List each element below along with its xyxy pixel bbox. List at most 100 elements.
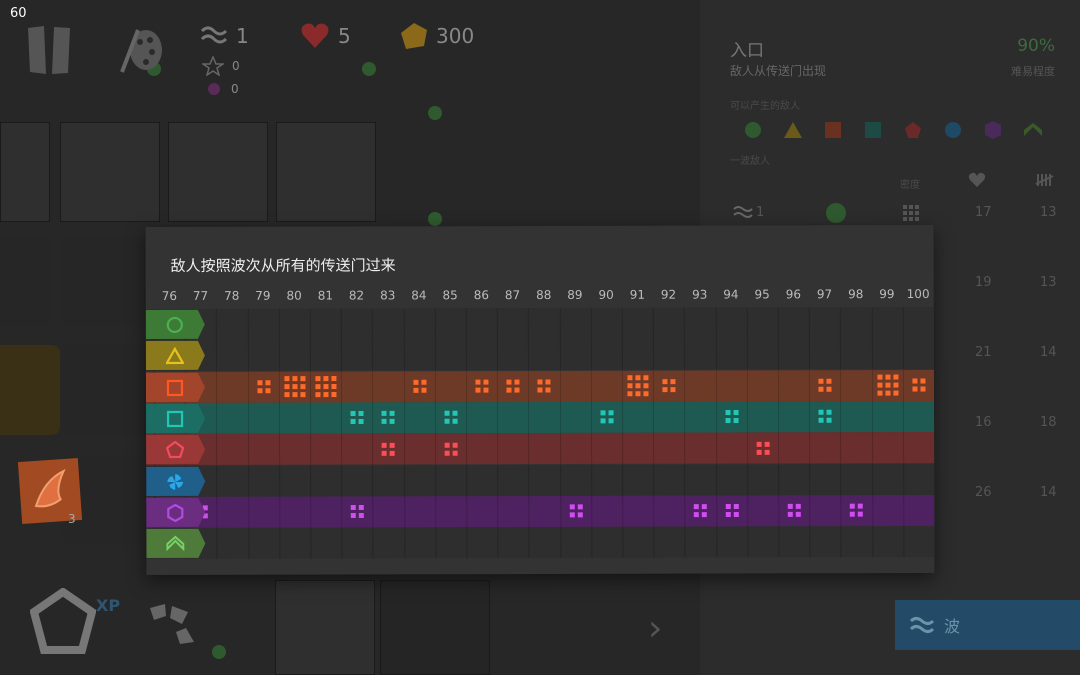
tally-icon	[1035, 174, 1054, 186]
density-dots	[600, 410, 614, 424]
count-value: 18	[1040, 415, 1057, 430]
wave-cell	[653, 526, 685, 558]
wave-number-header: 95	[754, 287, 770, 302]
wave-cell	[216, 496, 248, 528]
wave-cell	[809, 495, 841, 527]
enemy-types-list	[743, 120, 1043, 140]
gold-tower[interactable]	[0, 345, 60, 435]
wave-cell	[840, 338, 872, 370]
density-dots	[351, 505, 365, 519]
wave-cell	[247, 308, 279, 340]
wave-cell	[497, 464, 529, 496]
pentagon-ability-icon[interactable]	[30, 588, 96, 658]
wave-cell	[247, 527, 280, 559]
wave-cell	[497, 495, 529, 527]
density-dots	[694, 504, 708, 518]
enemies-label: 可以产生的敌人	[730, 101, 800, 112]
wave-cell	[341, 339, 373, 371]
wave-cell	[434, 339, 466, 371]
wave-schedule-popup[interactable]: 敌人按照波次从所有的传送门过来 76 77 78 79 80 81 82 83 84 85 86 87…	[145, 224, 935, 576]
wave-cell	[840, 307, 872, 339]
waves-icon	[200, 26, 228, 44]
stars-counter: 0	[202, 56, 240, 76]
wave-cell	[310, 402, 342, 434]
wave-cell	[871, 400, 903, 433]
wave-cell	[746, 432, 779, 464]
paint-button[interactable]	[118, 22, 164, 76]
wave-cell	[653, 401, 685, 433]
density-dots	[912, 378, 926, 392]
pause-button[interactable]	[24, 24, 76, 76]
density-dots	[627, 375, 649, 397]
wave-cell	[590, 464, 623, 496]
wave-cell	[372, 464, 404, 496]
pentagon-icon	[166, 441, 185, 459]
tower[interactable]	[62, 345, 152, 435]
wave-cell	[590, 307, 622, 339]
wave-cell	[403, 433, 435, 465]
wave-cell	[559, 339, 591, 371]
wave-number-header: 100	[906, 286, 930, 302]
wave-cell	[466, 527, 498, 559]
wave-number-header: 81	[317, 288, 333, 303]
fan-icon	[945, 122, 961, 138]
wave-cell	[902, 432, 935, 464]
wave-cell	[871, 526, 904, 558]
wave-cell	[778, 526, 810, 558]
wave-cell	[746, 401, 779, 433]
wave-cell	[341, 433, 373, 465]
wave-cell	[808, 307, 841, 339]
spinner-icon	[150, 604, 194, 644]
wave-cell	[216, 371, 248, 403]
wave-cell	[310, 496, 342, 528]
tower[interactable]	[62, 236, 152, 326]
waves-value: 1	[236, 24, 249, 48]
wave-number-header: 84	[411, 288, 427, 303]
wave-cell	[372, 308, 404, 340]
wave-cell	[528, 527, 560, 559]
wave-cell	[871, 494, 904, 526]
wave-button[interactable]: 波	[895, 600, 1080, 650]
wave-cell	[715, 526, 748, 558]
coins-counter: 300	[400, 22, 474, 50]
wave-cell	[684, 307, 716, 339]
wave-number-header: 80	[286, 288, 302, 303]
mdps-value: 0	[231, 82, 239, 96]
enemy-tag	[146, 465, 206, 496]
hp-value: 19	[975, 275, 992, 290]
waves-icon	[910, 617, 934, 633]
tower[interactable]	[0, 236, 50, 326]
heart-icon	[301, 23, 329, 48]
wave-cell	[216, 465, 248, 497]
wave-cell	[747, 495, 779, 527]
circle-icon	[826, 203, 846, 223]
wave-cell	[559, 495, 592, 527]
enemy-tag	[146, 528, 206, 559]
wave-cell	[497, 527, 529, 559]
wave-number-header: 91	[629, 287, 645, 302]
wave-cell	[496, 308, 529, 340]
wave-cell	[746, 369, 778, 402]
wave-cell	[466, 495, 498, 527]
wave-cell	[902, 306, 934, 339]
density-dots	[569, 504, 583, 518]
wave-cell	[778, 463, 810, 495]
wave-cell	[466, 464, 498, 496]
wave-cell	[902, 338, 934, 370]
wave-cell	[840, 494, 872, 527]
wave-cell	[341, 527, 373, 559]
wave-cell	[871, 307, 903, 339]
triangle-icon	[165, 347, 184, 365]
wave-cell	[278, 433, 311, 465]
stars-value: 0	[232, 59, 240, 73]
wave-cell	[684, 526, 716, 558]
wave-cell	[309, 339, 342, 371]
next-arrow-icon[interactable]: ›	[648, 608, 662, 649]
wave-cell	[216, 402, 248, 434]
wave-number-header: 79	[255, 288, 271, 303]
wave-number-header: 77	[192, 288, 209, 303]
wave-cell	[871, 338, 903, 370]
wave-cell	[622, 401, 654, 433]
wave-cell	[902, 463, 935, 495]
wave-cell	[465, 370, 498, 402]
